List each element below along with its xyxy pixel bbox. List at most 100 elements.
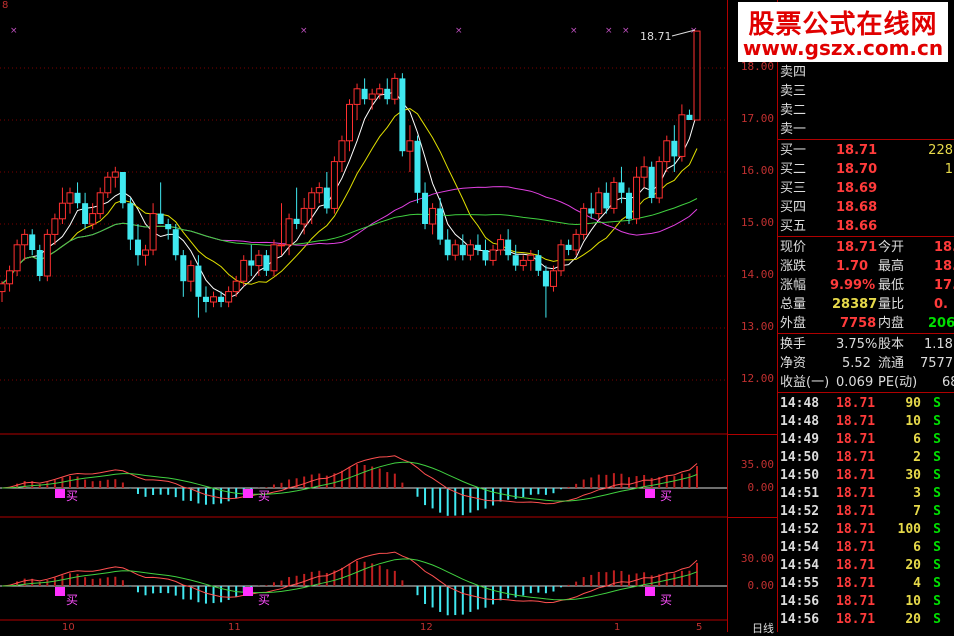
candle-body-up	[89, 213, 97, 225]
site-watermark: 股票公式在线网 www.gszx.com.cn	[738, 2, 948, 62]
price-tick: 14.00	[740, 268, 774, 281]
trade-time: 14:56	[780, 594, 820, 609]
quote-row: 总量 28387 量比 0.	[780, 297, 948, 312]
candle-body-up	[451, 244, 459, 256]
trade-row: 14:54 18.71 6 S	[778, 539, 954, 557]
trade-row: 14:56 18.71 20 S	[778, 611, 954, 629]
trade-time: 14:54	[780, 558, 820, 573]
trade-volume: 2	[913, 450, 921, 465]
trade-volume: 30	[905, 468, 921, 483]
candle-body-up	[285, 218, 293, 246]
macd1-buy-signal: 买	[660, 489, 673, 503]
candle-body-up	[300, 207, 308, 225]
trade-volume: 20	[905, 612, 921, 627]
trade-time: 14:56	[780, 612, 820, 627]
trade-row: 14:48 18.71 10 S	[778, 413, 954, 431]
macd2-buy-marker	[55, 587, 65, 596]
macd1-buy-marker	[55, 489, 65, 498]
candle-body-up	[58, 202, 66, 220]
quote-row: 现价 18.71 今开 18.	[780, 240, 954, 255]
buy-row[interactable]: 买四 18.68	[778, 199, 954, 216]
buy-row[interactable]: 买一 18.71 228	[778, 142, 954, 159]
candle-body-down	[603, 192, 610, 209]
candle-body-up	[210, 296, 218, 303]
candle-body-up	[51, 218, 59, 235]
trade-side: S	[933, 612, 941, 627]
candle-body-down	[422, 192, 429, 224]
trade-price: 18.71	[836, 504, 876, 519]
trade-price: 18.71	[836, 594, 876, 609]
kline-chart-area[interactable]: ××××××× 8 10 11 12 1 5 买 买 买 买 买 买 18.71	[0, 0, 727, 633]
bottom-tick: 1	[614, 622, 621, 633]
trade-side: S	[933, 486, 941, 501]
candle-body-down	[399, 78, 406, 152]
candle-body-down	[127, 203, 134, 240]
candle-body-up	[368, 93, 376, 100]
candle-body-down	[542, 270, 549, 287]
candle-body-up	[308, 192, 316, 209]
trade-volume: 10	[905, 414, 921, 429]
quote-panel: 卖四 卖三 卖二 卖一 买一 18.71 228 买二 18.70 1 买三 1…	[777, 0, 954, 632]
candle-body-down	[74, 192, 81, 204]
candle-body-up	[640, 166, 648, 178]
trade-price: 18.71	[836, 540, 876, 555]
period-label[interactable]: 日线	[752, 620, 774, 636]
candle-body-down	[36, 250, 43, 276]
trade-time: 14:48	[780, 396, 820, 411]
candle-body-up	[346, 103, 353, 142]
candle-body-down	[293, 218, 300, 224]
candle-body-down	[671, 140, 678, 157]
trade-time: 14:52	[780, 504, 820, 519]
macd1-buy-marker	[645, 489, 655, 498]
candle-body-down	[588, 208, 595, 214]
candle-body-down	[195, 265, 202, 297]
candle-body-up	[142, 249, 150, 256]
candle-body-down	[384, 88, 391, 100]
price-tick: 12.00	[740, 372, 774, 385]
candle-body-up	[21, 233, 29, 246]
candle-body-down	[482, 250, 489, 261]
kline-chart-svg[interactable]: ×××××××	[0, 0, 727, 632]
quote-row: 涨幅 9.99% 最低 17.	[780, 278, 954, 293]
macd2-buy-signal: 买	[258, 593, 271, 607]
sell-level-3: 卖三	[780, 84, 807, 99]
trade-side: S	[933, 576, 941, 591]
trade-time: 14:55	[780, 576, 820, 591]
trade-row: 14:52 18.71 100 S	[778, 521, 954, 539]
candle-body-up	[633, 176, 641, 220]
candle-body-down	[134, 239, 141, 256]
candle-body-up	[376, 88, 384, 95]
candle-body-up	[519, 259, 527, 267]
trade-time: 14:50	[780, 450, 820, 465]
candle-body-up	[66, 192, 74, 204]
ma30-line	[1, 186, 698, 285]
top-marker: ×	[300, 26, 308, 36]
candle-body-down	[648, 166, 655, 198]
candle-body-up	[111, 171, 119, 178]
candle-body-down	[414, 140, 421, 193]
candle-body-down	[444, 239, 451, 256]
buy-row[interactable]: 买二 18.70 1	[778, 161, 954, 178]
bottom-tick: 10	[62, 622, 75, 633]
buy-row[interactable]: 买三 18.69	[778, 180, 954, 197]
candle-body-up	[149, 213, 157, 251]
trade-price: 18.71	[836, 432, 876, 447]
candle-body-up	[187, 265, 195, 282]
price-tick: 15.00	[740, 216, 774, 229]
trade-row: 14:55 18.71 4 S	[778, 575, 954, 593]
trade-price: 18.71	[836, 450, 876, 465]
trade-time: 14:50	[780, 468, 820, 483]
candle-body-up	[549, 270, 557, 287]
trade-side: S	[933, 504, 941, 519]
sell-level-1: 卖一	[780, 122, 807, 137]
trade-time: 14:48	[780, 414, 820, 429]
candle-body-up	[96, 192, 104, 215]
candle-body-down	[218, 296, 225, 302]
trade-side: S	[933, 594, 941, 609]
macd2-tick: 0.00	[747, 579, 775, 592]
top-marker: ×	[622, 26, 630, 36]
macd1-buy-signal: 买	[66, 489, 79, 503]
macd2-tick: 30.00	[740, 552, 774, 565]
buy-row[interactable]: 买五 18.66	[778, 218, 954, 235]
candle-body-up	[315, 187, 323, 194]
